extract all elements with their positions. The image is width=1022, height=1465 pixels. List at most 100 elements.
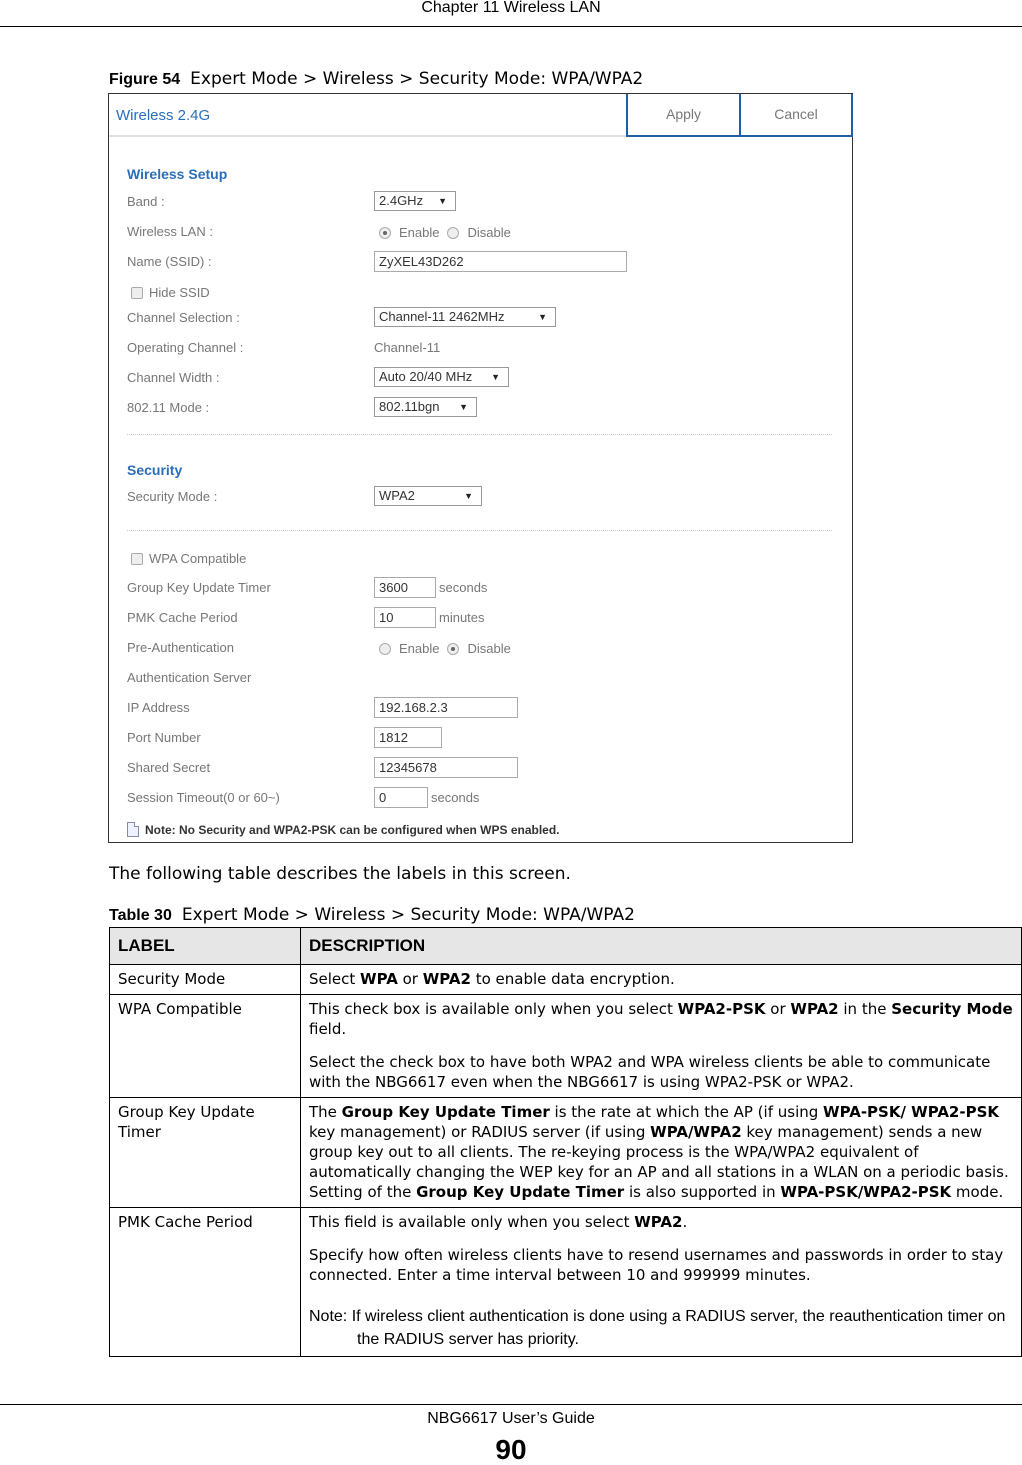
table-body: Security Mode Select WPA or WPA2 to enabl…	[109, 964, 1022, 1357]
bold-term: Security Mode	[891, 1000, 1013, 1018]
text-run: key management) or RADIUS server (if usi…	[309, 1123, 651, 1141]
column-header-label: LABEL	[109, 927, 301, 965]
text-run: This field is available only when you se…	[309, 1213, 635, 1231]
wps-note-text: Note: No Security and WPA2-PSK can be co…	[145, 822, 560, 837]
text-run: mode.	[951, 1183, 1004, 1201]
session-timeout-unit: seconds	[431, 790, 480, 805]
apply-button[interactable]: Apply	[626, 94, 741, 137]
pmk-cache-input[interactable]: 10	[374, 607, 436, 628]
wireless-lan-label: Wireless LAN :	[127, 224, 213, 239]
text-run: .	[682, 1213, 688, 1231]
text-run: This check box is available only when yo…	[309, 1000, 678, 1018]
page-header: Chapter 11 Wireless LAN	[0, 0, 1022, 27]
mode-80211-select[interactable]: 802.11bgn ▼	[374, 397, 477, 417]
wireless-setup-heading: Wireless Setup	[127, 166, 228, 182]
figure-caption: Figure 54 Expert Mode > Wireless > Securi…	[109, 69, 643, 89]
preauth-enable-radio[interactable]	[379, 642, 391, 655]
screenshot-title: Wireless 2.4G	[116, 107, 211, 124]
dropdown-arrow-icon: ▼	[438, 196, 447, 206]
channel-selection-label: Channel Selection :	[127, 310, 240, 325]
session-timeout-input[interactable]: 0	[374, 787, 428, 808]
cancel-button[interactable]: Cancel	[739, 94, 853, 137]
wlan-disable-radio[interactable]	[447, 226, 460, 239]
table-header-row: LABEL DESCRIPTION	[109, 927, 1022, 965]
text-run: The	[309, 1103, 342, 1121]
text-run: field.	[309, 1020, 347, 1038]
pre-auth-radio-group: Enable Disable	[379, 641, 519, 656]
row-description: Select WPA or WPA2 to enable data encryp…	[300, 964, 1022, 995]
text-run: Select the check box to have both WPA2 a…	[309, 1053, 991, 1091]
band-select[interactable]: 2.4GHz ▼	[374, 191, 456, 211]
channel-selection-select[interactable]: Channel-11 2462MHz ▼	[374, 307, 556, 327]
ssid-input[interactable]: ZyXEL43D262	[374, 251, 627, 272]
row-description: The Group Key Update Timer is the rate a…	[300, 1097, 1022, 1208]
row-label: Security Mode	[109, 964, 301, 995]
section-divider	[127, 434, 832, 435]
security-mode-select[interactable]: WPA2 ▼	[374, 486, 482, 506]
text-run: Select	[309, 970, 361, 988]
text-run: or	[397, 970, 423, 988]
band-label: Band :	[127, 194, 165, 209]
bold-term: WPA2	[634, 1213, 683, 1231]
row-label: PMK Cache Period	[109, 1207, 301, 1357]
port-number-label: Port Number	[127, 730, 201, 745]
description-paragraph: The Group Key Update Timer is the rate a…	[309, 1102, 1013, 1202]
preauth-disable-radio[interactable]	[447, 642, 460, 655]
pre-auth-label: Pre-Authentication	[127, 640, 234, 655]
channel-width-select[interactable]: Auto 20/40 MHz ▼	[374, 367, 509, 387]
figure-number: Figure 54	[109, 71, 181, 88]
bold-term: WPA/WPA2	[650, 1123, 742, 1141]
description-table: LABEL DESCRIPTION Security Mode Select WP…	[109, 927, 1022, 1357]
group-key-timer-input[interactable]: 3600	[374, 577, 436, 598]
channel-selection-value: Channel-11 2462MHz	[379, 309, 505, 324]
dropdown-arrow-icon: ▼	[464, 491, 473, 501]
pmk-cache-label: PMK Cache Period	[127, 610, 238, 625]
channel-width-value: Auto 20/40 MHz	[379, 369, 473, 384]
hide-ssid-row: Hide SSID	[131, 285, 210, 300]
table-caption: Table 30 Expert Mode > Wireless > Securit…	[109, 905, 635, 925]
ip-address-input[interactable]: 192.168.2.3	[374, 697, 518, 718]
page-number: 90	[495, 1434, 527, 1465]
mode-80211-label: 802.11 Mode :	[127, 400, 210, 415]
chapter-title: Chapter 11 Wireless LAN	[421, 0, 601, 16]
hide-ssid-label: Hide SSID	[149, 285, 210, 300]
operating-channel-value: Channel-11	[374, 340, 441, 355]
table-row: Security Mode Select WPA or WPA2 to enabl…	[109, 964, 1022, 995]
text-run: is also supported in	[624, 1183, 781, 1201]
row-label: WPA Compatible	[109, 994, 301, 1098]
description-paragraph: This field is available only when you se…	[309, 1212, 1013, 1232]
bold-term: WPA-PSK/ WPA2-PSK	[823, 1103, 1000, 1121]
ssid-label: Name (SSID) :	[127, 254, 212, 269]
figure-caption-text: Expert Mode > Wireless > Security Mode: …	[190, 69, 644, 89]
table-row: WPA Compatible This check box is availabl…	[109, 994, 1022, 1098]
row-note: Note: If wireless client authentication …	[309, 1308, 1006, 1348]
bold-term: WPA2-PSK	[677, 1000, 766, 1018]
security-mode-value: WPA2	[379, 488, 415, 503]
wlan-enable-label: Enable	[399, 225, 440, 240]
bold-term: Group Key Update Timer	[341, 1103, 550, 1121]
description-paragraph: Specify how often wireless clients have …	[309, 1245, 1013, 1285]
router-screenshot: Wireless 2.4G Apply Cancel Wireless Setu…	[108, 93, 853, 843]
bold-term: Group Key Update Timer	[416, 1183, 625, 1201]
wpa-compatible-checkbox[interactable]	[131, 552, 143, 565]
text-run: to enable data encryption.	[470, 970, 675, 988]
preauth-disable-label: Disable	[467, 641, 511, 656]
bold-term: WPA2	[422, 970, 471, 988]
shared-secret-label: Shared Secret	[127, 760, 211, 775]
channel-width-label: Channel Width :	[127, 370, 220, 385]
wlan-enable-radio[interactable]	[379, 226, 391, 239]
row-description: This check box is available only when yo…	[300, 994, 1022, 1098]
hide-ssid-checkbox[interactable]	[131, 286, 143, 299]
wpa-compatible-label: WPA Compatible	[149, 551, 247, 566]
shared-secret-input[interactable]: 12345678	[374, 757, 518, 778]
text-run: is the rate at which the AP (if using	[549, 1103, 824, 1121]
text-run: or	[765, 1000, 791, 1018]
group-key-timer-unit: seconds	[439, 580, 488, 595]
session-timeout-label: Session Timeout(0 or 60~)	[127, 790, 280, 805]
description-paragraph: This check box is available only when yo…	[309, 999, 1013, 1039]
auth-server-label: Authentication Server	[127, 670, 252, 685]
text-run: Specify how often wireless clients have …	[309, 1246, 1004, 1284]
description-paragraph: Select WPA or WPA2 to enable data encryp…	[309, 969, 1013, 989]
ip-address-label: IP Address	[127, 700, 190, 715]
port-number-input[interactable]: 1812	[374, 727, 442, 748]
